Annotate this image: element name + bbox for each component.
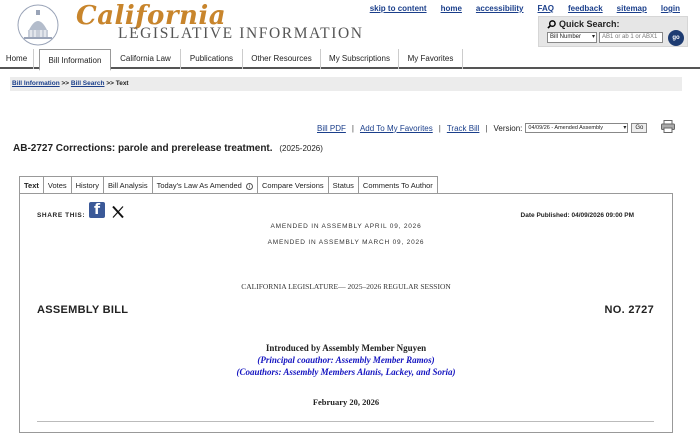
divider: | xyxy=(438,123,441,133)
search-type-select[interactable]: Bill Number ▾ xyxy=(547,32,597,43)
quick-search-go-button[interactable]: go xyxy=(668,30,684,46)
nav-publications[interactable]: Publications xyxy=(181,49,243,69)
divider: | xyxy=(351,123,354,133)
nav-home[interactable]: Home xyxy=(0,49,34,69)
bill-title-text: AB-2727 Corrections: parole and prerelea… xyxy=(13,143,273,154)
bill-actions: Bill PDF | Add To My Favorites | Track B… xyxy=(317,123,648,133)
bill-house: ASSEMBLY BILL xyxy=(37,304,129,316)
introduced-date: February 20, 2026 xyxy=(312,397,380,407)
nav-california-law[interactable]: California Law xyxy=(111,49,181,69)
feedback-link[interactable]: feedback xyxy=(568,4,603,13)
breadcrumb-current: Text xyxy=(115,80,129,87)
breadcrumb: Bill Information >> Bill Search >> Text xyxy=(10,77,682,91)
info-icon[interactable]: i xyxy=(245,183,253,190)
accessibility-link[interactable]: accessibility xyxy=(476,4,524,13)
tab-todays-law-as-amended[interactable]: Today's Law As Amended i xyxy=(152,176,258,194)
chevron-down-icon: ▾ xyxy=(623,125,627,131)
nav-bill-information[interactable]: Bill Information xyxy=(39,49,111,71)
printer-icon[interactable] xyxy=(661,120,675,133)
breadcrumb-bill-search[interactable]: Bill Search xyxy=(71,80,105,87)
skip-to-content-link[interactable]: skip to content xyxy=(370,4,427,13)
date-published: Date Published: 04/09/2026 09:00 PM xyxy=(520,212,634,219)
facebook-icon[interactable]: f xyxy=(89,202,105,218)
quick-search-box: Quick Search: Bill Number ▾ AB1 or ab 1 … xyxy=(538,16,688,47)
bill-number: NO. 2727 xyxy=(604,304,654,316)
quick-search-input[interactable]: AB1 or ab 1 or ABX1 xyxy=(599,32,663,43)
faq-link[interactable]: FAQ xyxy=(538,4,554,13)
tab-history[interactable]: History xyxy=(71,176,104,194)
tab-label: Today's Law As Amended xyxy=(156,181,242,190)
track-bill-link[interactable]: Track Bill xyxy=(447,124,480,133)
version-go-button[interactable]: Go xyxy=(631,123,648,133)
bill-title: AB-2727 Corrections: parole and prerelea… xyxy=(13,143,323,154)
share-label: SHARE THIS: xyxy=(37,212,86,219)
version-value: 04/09/26 - Amended Assembly xyxy=(528,125,604,131)
tab-compare-versions[interactable]: Compare Versions xyxy=(257,176,329,194)
nav-other-resources[interactable]: Other Resources xyxy=(243,49,321,69)
login-link[interactable]: login xyxy=(661,4,680,13)
amended-notice-1: AMENDED IN ASSEMBLY APRIL 09, 2026 xyxy=(270,223,422,230)
quick-search-title: Quick Search: xyxy=(547,19,620,29)
amended-notice-2: AMENDED IN ASSEMBLY MARCH 09, 2026 xyxy=(267,239,425,246)
bill-tabs: Text Votes History Bill Analysis Today's… xyxy=(19,176,438,194)
breadcrumb-separator: >> xyxy=(106,80,114,87)
breadcrumb-bill-information[interactable]: Bill Information xyxy=(12,80,60,87)
bill-text-panel: SHARE THIS: f Date Published: 04/09/2026… xyxy=(19,193,673,433)
add-to-favorites-link[interactable]: Add To My Favorites xyxy=(360,124,433,133)
version-label: Version: xyxy=(493,123,523,133)
utility-links: skip to content home accessibility FAQ f… xyxy=(370,4,680,13)
version-select[interactable]: 04/09/26 - Amended Assembly ▾ xyxy=(525,123,629,133)
bill-pdf-link[interactable]: Bill PDF xyxy=(317,124,346,133)
introduced-by: Introduced by Assembly Member Nguyen xyxy=(265,343,427,353)
principal-coauthor: (Principal coauthor: Assembly Member Ram… xyxy=(257,355,435,365)
breadcrumb-separator: >> xyxy=(61,80,70,87)
tab-votes[interactable]: Votes xyxy=(43,176,72,194)
tab-text[interactable]: Text xyxy=(19,176,44,194)
legislature-session: CALIFORNIA LEGISLATURE— 2025–2026 REGULA… xyxy=(241,282,451,291)
home-link[interactable]: home xyxy=(441,4,462,13)
search-icon xyxy=(547,19,556,29)
tab-status[interactable]: Status xyxy=(328,176,359,194)
sitemap-link[interactable]: sitemap xyxy=(617,4,647,13)
nav-my-favorites[interactable]: My Favorites xyxy=(399,49,463,69)
nav-my-subscriptions[interactable]: My Subscriptions xyxy=(321,49,399,69)
coauthors: (Coauthors: Assembly Members Alanis, Lac… xyxy=(236,367,456,377)
x-twitter-icon[interactable] xyxy=(111,205,125,219)
bill-session: (2025-2026) xyxy=(279,144,323,153)
tab-bill-analysis[interactable]: Bill Analysis xyxy=(103,176,153,194)
tab-comments-to-author[interactable]: Comments To Author xyxy=(358,176,438,194)
search-type-value: Bill Number xyxy=(550,34,582,40)
brand-subtitle[interactable]: LEGISLATIVE INFORMATION xyxy=(118,25,364,43)
divider xyxy=(37,421,654,422)
main-nav: Home Bill Information California Law Pub… xyxy=(0,49,700,71)
site-header: California LEGISLATIVE INFORMATION skip … xyxy=(0,0,700,48)
chevron-down-icon: ▾ xyxy=(591,34,595,40)
quick-search-label: Quick Search: xyxy=(559,19,620,29)
capitol-dome-logo-icon[interactable] xyxy=(14,4,62,46)
divider: | xyxy=(485,123,488,133)
